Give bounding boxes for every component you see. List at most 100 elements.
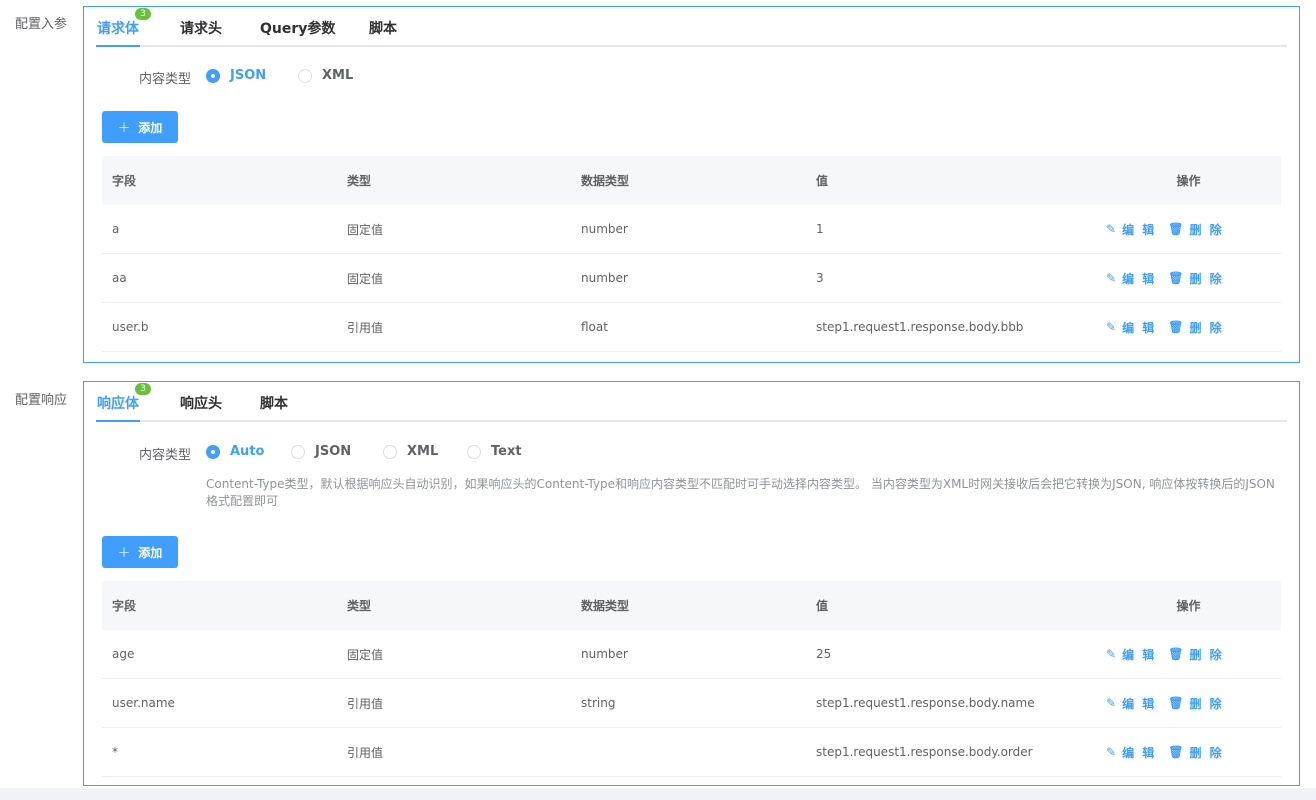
tab-response-headers[interactable]: 响应头 bbox=[180, 393, 222, 413]
cell-field: age bbox=[112, 647, 135, 661]
radio-xml[interactable]: XML bbox=[298, 68, 353, 83]
edit-label: 编 辑 bbox=[1122, 222, 1157, 237]
radio-xml[interactable]: XML bbox=[383, 444, 438, 459]
add-request-param-button[interactable]: + 添加 bbox=[102, 111, 178, 143]
trash-icon: 🗑 bbox=[1168, 320, 1184, 334]
edit-button[interactable]: ✎ 编 辑 bbox=[1106, 744, 1156, 761]
cell-field: * bbox=[112, 745, 118, 759]
delete-button[interactable]: 🗑 删 除 bbox=[1168, 319, 1223, 336]
radio-label: XML bbox=[322, 68, 354, 83]
cell-type: 固定值 bbox=[347, 271, 384, 286]
column-header-value: 值 bbox=[816, 599, 829, 613]
column-header-type: 类型 bbox=[347, 599, 372, 613]
tab-label: 请求头 bbox=[180, 21, 222, 37]
add-response-field-button[interactable]: + 添加 bbox=[102, 536, 178, 568]
radio-label: Text bbox=[491, 444, 522, 459]
table-header: 字段 类型 数据类型 值 操作 bbox=[102, 581, 1281, 630]
tab-response-body[interactable]: 响应体 bbox=[97, 393, 139, 413]
delete-button[interactable]: 🗑 删 除 bbox=[1168, 646, 1223, 663]
tab-request-headers[interactable]: 请求头 bbox=[180, 18, 222, 38]
tab-query-params[interactable]: Query参数 bbox=[260, 18, 335, 38]
cell-actions: ✎ 编 辑 🗑 删 除 bbox=[1096, 221, 1281, 238]
radio-json[interactable]: JSON bbox=[291, 444, 351, 459]
delete-button[interactable]: 🗑 删 除 bbox=[1168, 221, 1223, 238]
edit-label: 编 辑 bbox=[1122, 647, 1157, 662]
delete-button[interactable]: 🗑 删 除 bbox=[1168, 270, 1223, 287]
content-type-label: 内容类型 bbox=[139, 72, 192, 87]
cell-actions: ✎ 编 辑 🗑 删 除 bbox=[1096, 695, 1281, 712]
tab-request-body[interactable]: 请求体 bbox=[97, 18, 139, 38]
delete-label: 删 除 bbox=[1189, 745, 1224, 760]
tab-badge: 3 bbox=[135, 8, 151, 20]
response-section-label: 配置响应 bbox=[15, 393, 68, 408]
delete-label: 删 除 bbox=[1189, 271, 1224, 286]
radio-label: XML bbox=[407, 444, 439, 459]
trash-icon: 🗑 bbox=[1168, 271, 1184, 285]
trash-icon: 🗑 bbox=[1168, 222, 1184, 236]
cell-field: user.name bbox=[112, 696, 175, 710]
radio-label: JSON bbox=[315, 444, 352, 459]
trash-icon: 🗑 bbox=[1168, 647, 1184, 661]
table-row: a 固定值 number 1 ✎ 编 辑 🗑 删 除 bbox=[102, 205, 1281, 254]
delete-button[interactable]: 🗑 删 除 bbox=[1168, 744, 1223, 761]
plus-icon: + bbox=[117, 117, 131, 136]
tab-label: 脚本 bbox=[369, 21, 397, 37]
delete-label: 删 除 bbox=[1189, 320, 1224, 335]
cell-type: 固定值 bbox=[347, 222, 384, 237]
cell-data-type: number bbox=[581, 271, 628, 285]
cell-value: 3 bbox=[816, 271, 824, 285]
radio-circle bbox=[383, 444, 397, 459]
edit-icon: ✎ bbox=[1106, 222, 1117, 236]
radio-json[interactable]: JSON bbox=[206, 68, 266, 83]
edit-button[interactable]: ✎ 编 辑 bbox=[1106, 319, 1156, 336]
edit-button[interactable]: ✎ 编 辑 bbox=[1106, 695, 1156, 712]
table-row: * 引用值 step1.request1.response.body.order… bbox=[102, 728, 1281, 777]
cell-data-type: string bbox=[581, 696, 616, 710]
tab-label: 响应体 bbox=[97, 396, 139, 412]
radio-label: JSON bbox=[230, 68, 267, 83]
cell-value: 1 bbox=[816, 222, 824, 236]
cell-data-type: float bbox=[581, 320, 608, 334]
column-header-type: 类型 bbox=[347, 174, 372, 188]
button-label: 添加 bbox=[138, 545, 163, 560]
radio-circle bbox=[206, 68, 220, 83]
tab-response-script[interactable]: 脚本 bbox=[260, 393, 288, 413]
radio-label: Auto bbox=[230, 444, 265, 459]
column-header-field: 字段 bbox=[112, 599, 137, 613]
edit-icon: ✎ bbox=[1106, 745, 1117, 759]
tab-label: Query参数 bbox=[260, 21, 336, 37]
cell-actions: ✎ 编 辑 🗑 删 除 bbox=[1096, 270, 1281, 287]
radio-circle bbox=[298, 68, 312, 83]
cell-type: 引用值 bbox=[347, 696, 384, 711]
cell-data-type: number bbox=[581, 222, 628, 236]
edit-icon: ✎ bbox=[1106, 320, 1117, 334]
active-tab-indicator bbox=[96, 420, 140, 422]
cell-value: step1.request1.response.body.name bbox=[816, 696, 1035, 710]
cell-type: 引用值 bbox=[347, 745, 384, 760]
radio-auto[interactable]: Auto bbox=[206, 444, 264, 459]
radio-text[interactable]: Text bbox=[467, 444, 522, 459]
active-tab-indicator bbox=[96, 45, 140, 47]
tab-badge: 3 bbox=[135, 383, 151, 395]
cell-data-type: number bbox=[581, 647, 628, 661]
request-section-label: 配置入参 bbox=[15, 17, 68, 32]
cell-actions: ✎ 编 辑 🗑 删 除 bbox=[1096, 646, 1281, 663]
cell-value: step1.request1.response.body.bbb bbox=[816, 320, 1024, 334]
table-row: age 固定值 number 25 ✎ 编 辑 🗑 删 除 bbox=[102, 630, 1281, 679]
radio-circle bbox=[206, 444, 220, 459]
radio-circle bbox=[467, 444, 481, 459]
delete-button[interactable]: 🗑 删 除 bbox=[1168, 695, 1223, 712]
request-config-panel: 请求体 3 请求头 Query参数 脚本 内容类型 JSON XML + 添加 字… bbox=[83, 6, 1300, 363]
edit-button[interactable]: ✎ 编 辑 bbox=[1106, 270, 1156, 287]
edit-button[interactable]: ✎ 编 辑 bbox=[1106, 221, 1156, 238]
edit-label: 编 辑 bbox=[1122, 745, 1157, 760]
column-header-value: 值 bbox=[816, 174, 829, 188]
trash-icon: 🗑 bbox=[1168, 745, 1184, 759]
edit-button[interactable]: ✎ 编 辑 bbox=[1106, 646, 1156, 663]
trash-icon: 🗑 bbox=[1168, 696, 1184, 710]
tab-request-script[interactable]: 脚本 bbox=[369, 18, 397, 38]
response-config-panel: 响应体 3 响应头 脚本 内容类型 Auto JSON XML Text Con… bbox=[83, 381, 1300, 786]
cell-field: aa bbox=[112, 271, 127, 285]
column-header-actions: 操作 bbox=[1176, 599, 1201, 613]
cell-type: 固定值 bbox=[347, 647, 384, 662]
